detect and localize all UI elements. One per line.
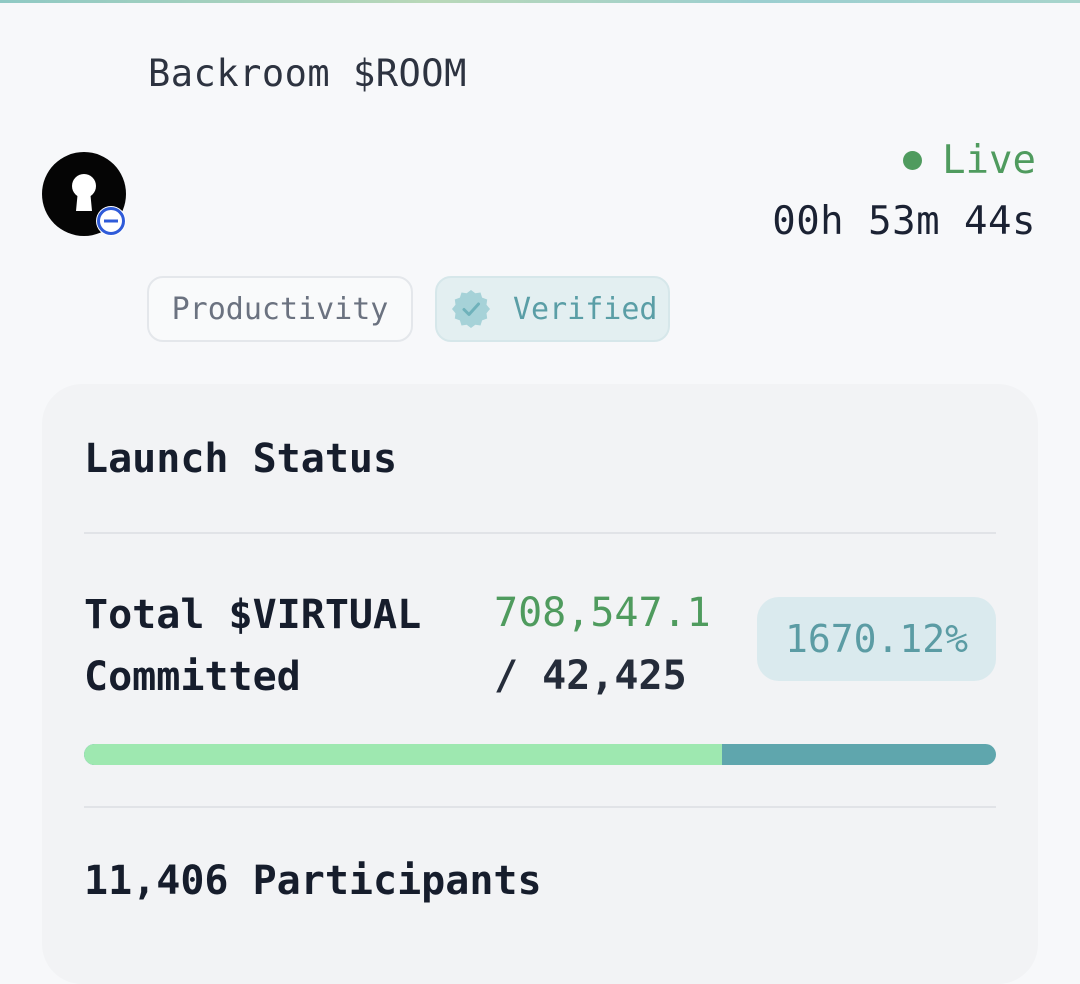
live-indicator-dot <box>903 151 923 170</box>
participants-count: 11,406 Participants <box>84 858 542 904</box>
divider <box>84 532 996 534</box>
project-title: Backroom $ROOM <box>148 52 467 95</box>
verified-badge[interactable]: Verified <box>435 276 670 342</box>
commit-percent-badge: 1670.12% <box>757 597 996 681</box>
committed-value: 708,547.1 <box>494 590 711 636</box>
launch-status-card: Launch Status Total $VIRTUAL Committed 7… <box>42 384 1038 984</box>
divider <box>84 806 996 808</box>
base-chain-icon <box>96 206 126 236</box>
top-accent-strip <box>0 0 1080 3</box>
verified-label: Verified <box>513 291 658 327</box>
commit-progress-fill <box>84 744 723 765</box>
verified-badge-icon <box>452 290 490 328</box>
committed-target: / 42,425 <box>494 653 687 699</box>
commit-progress-bar <box>84 744 996 765</box>
committed-label-line2: Committed <box>84 654 301 700</box>
live-status-label: Live <box>942 138 1036 183</box>
launch-status-title: Launch Status <box>84 436 398 482</box>
countdown-timer: 00h 53m 44s <box>772 199 1036 244</box>
committed-amount: 708,547.1 / 42,425 <box>494 582 711 708</box>
category-tag-label: Productivity <box>171 291 389 327</box>
category-tag-productivity[interactable]: Productivity <box>147 276 413 342</box>
committed-label: Total $VIRTUAL Committed <box>84 584 421 708</box>
live-status: Live <box>903 138 1036 183</box>
committed-label-line1: Total $VIRTUAL <box>84 592 422 638</box>
